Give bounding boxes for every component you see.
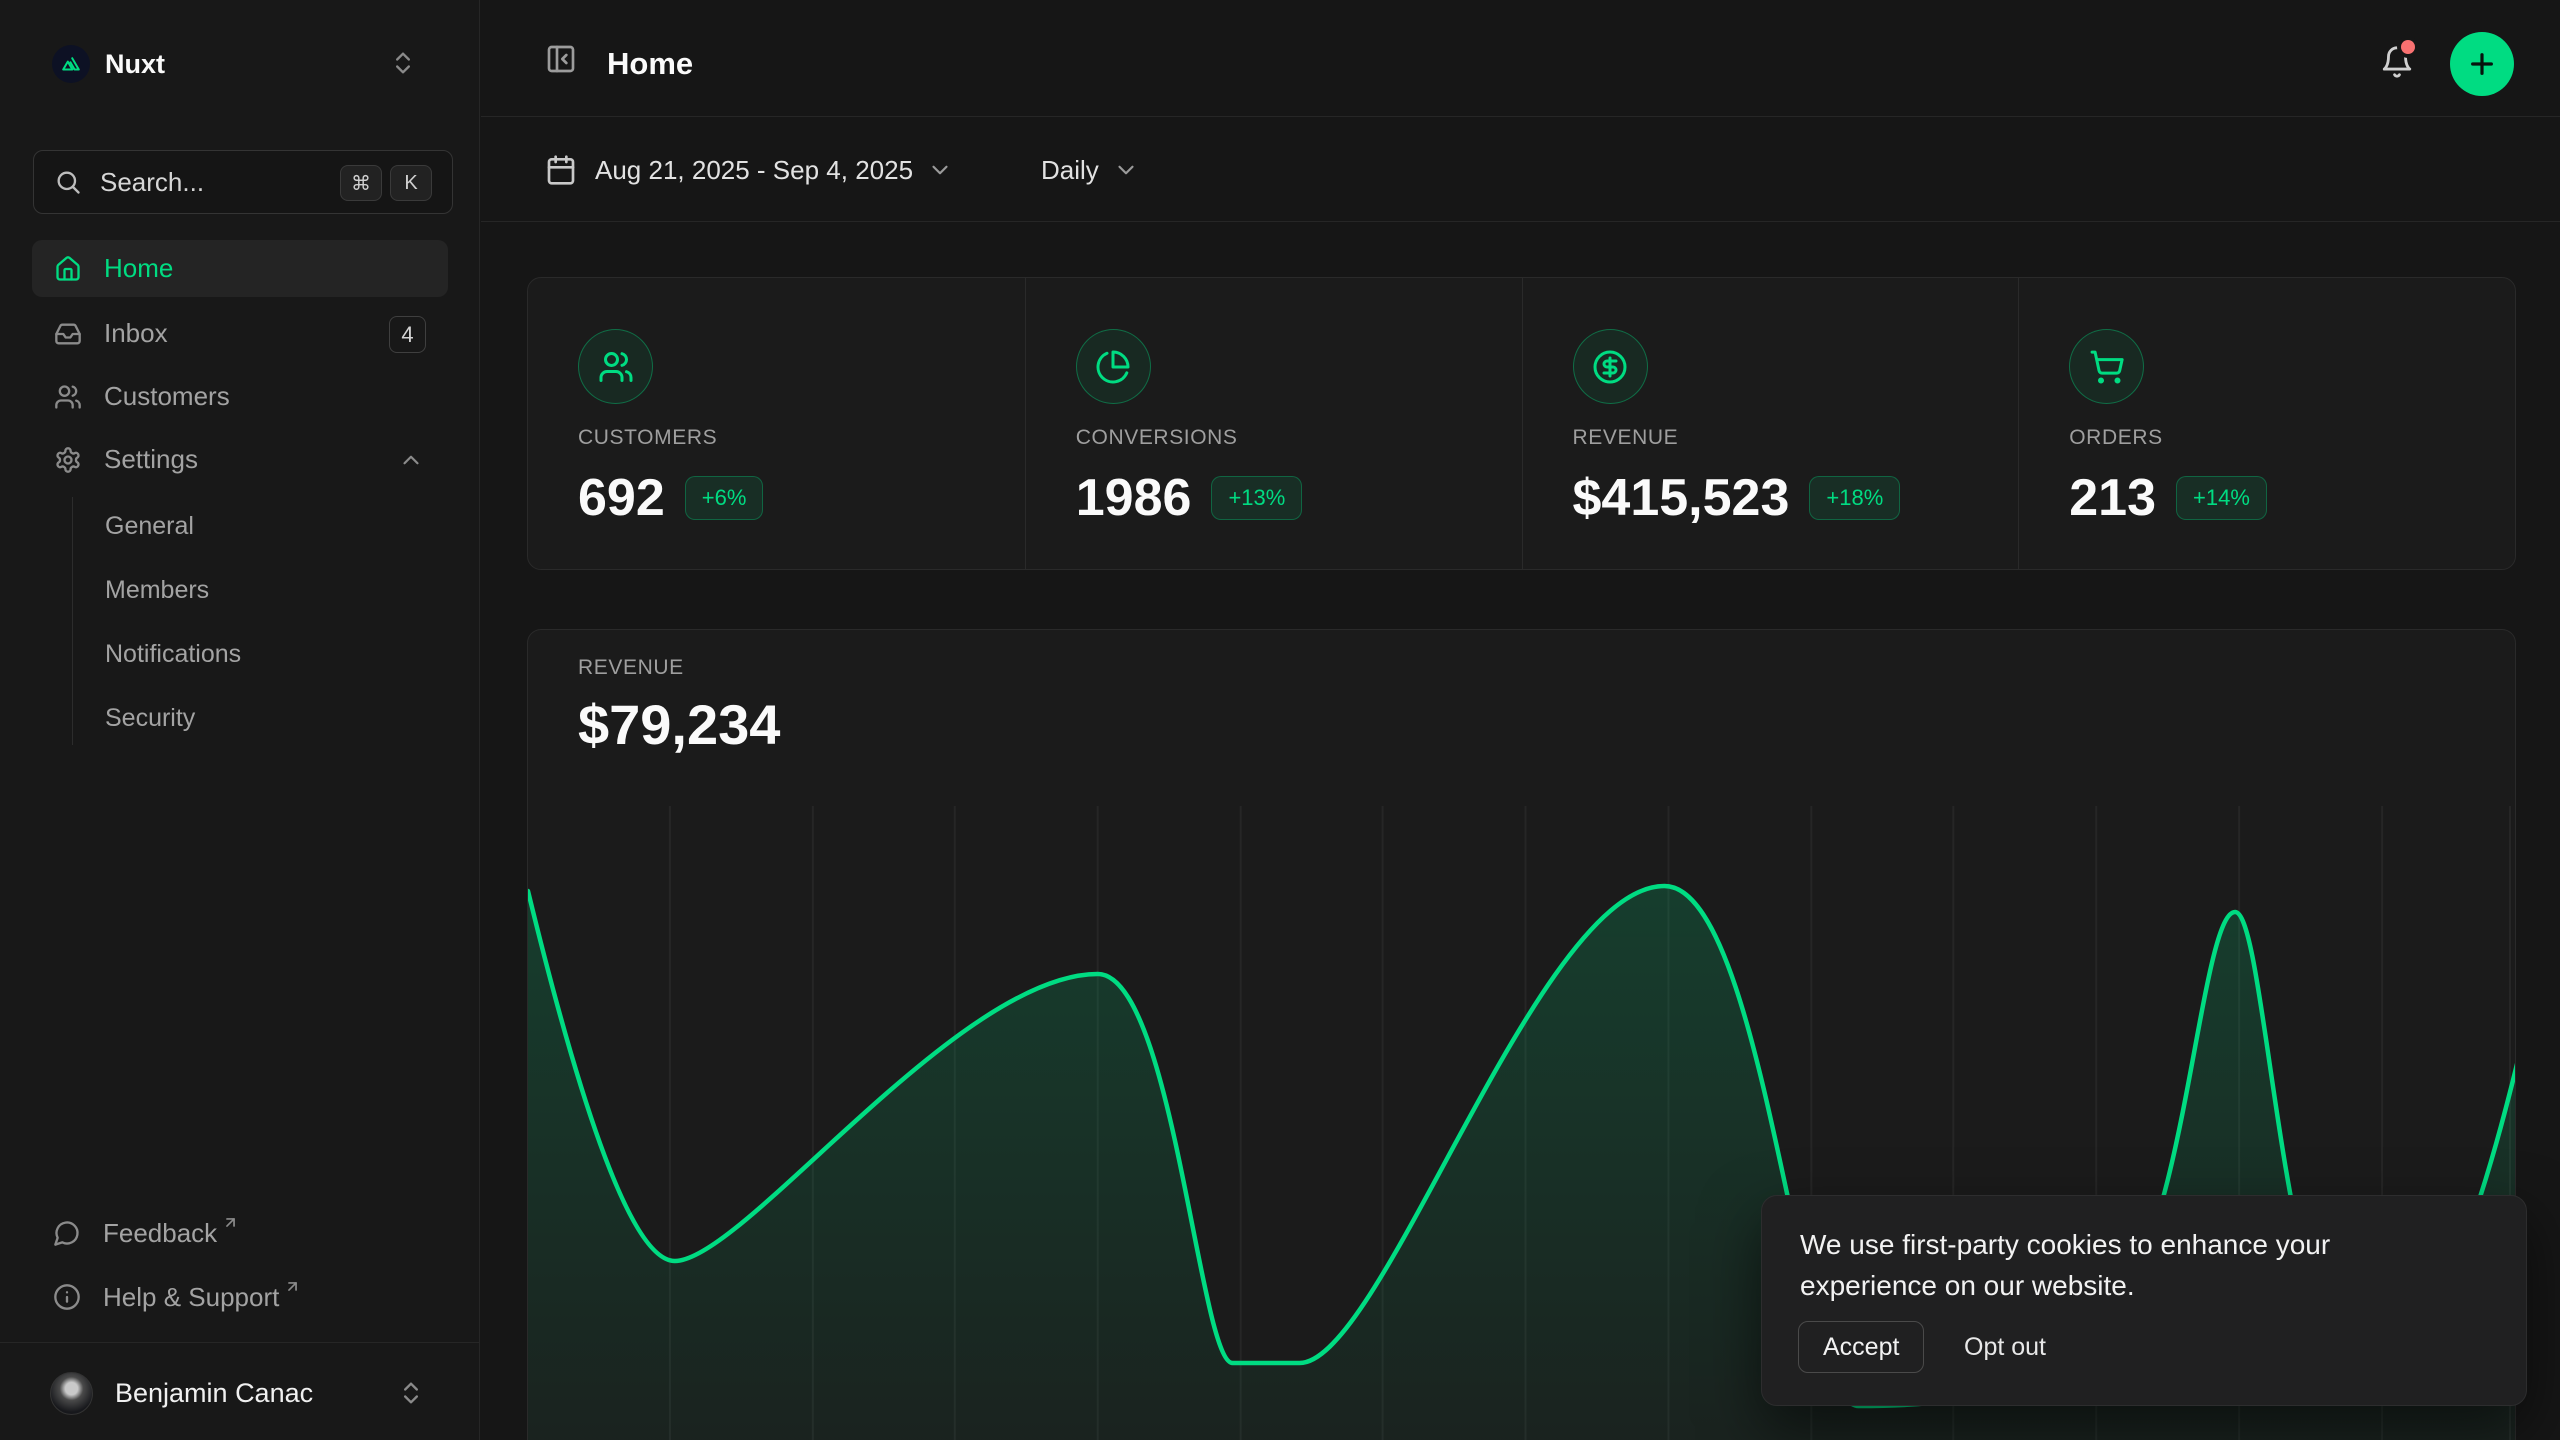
- revenue-card-value: $79,234: [578, 692, 780, 757]
- stat-value: 1986: [1076, 468, 1192, 528]
- sidebar-item-notifications[interactable]: Notifications: [86, 626, 448, 682]
- foot-item-label: Help & Support: [103, 1282, 279, 1313]
- sidebar-item-inbox[interactable]: Inbox 4: [32, 305, 448, 362]
- stat-delta-badge: +13%: [1211, 476, 1302, 520]
- stats-row: CUSTOMERS 692 +6% CONVERSIONS 1986 +13% …: [527, 277, 2516, 570]
- chevron-down-icon: [1113, 157, 1139, 183]
- notification-dot: [2401, 40, 2415, 54]
- panel-left-collapse-icon[interactable]: [545, 43, 577, 75]
- pie-chart-icon: [1076, 329, 1151, 404]
- cookie-banner: We use first-party cookies to enhance yo…: [1761, 1195, 2527, 1406]
- user-name: Benjamin Canac: [115, 1378, 313, 1409]
- settings-subtree-guide: [72, 497, 73, 745]
- chat-bubble-icon: [53, 1219, 81, 1247]
- users-icon: [54, 383, 82, 411]
- home-icon: [54, 255, 82, 283]
- sidebar-item-label: Inbox: [104, 318, 168, 349]
- kbd-k: K: [390, 165, 432, 201]
- cookie-message-line2: experience on our website.: [1800, 1270, 2135, 1301]
- sidebar-item-label: Customers: [104, 381, 230, 412]
- stat-value: 213: [2069, 468, 2156, 528]
- inbox-icon: [54, 320, 82, 348]
- sidebar-item-customers[interactable]: Customers: [32, 368, 448, 425]
- search-input[interactable]: Search... ⌘ K: [33, 150, 453, 214]
- cookie-message: We use first-party cookies to enhance yo…: [1800, 1224, 2460, 1306]
- stat-delta-badge: +6%: [685, 476, 764, 520]
- date-range-value: Aug 21, 2025 - Sep 4, 2025: [595, 155, 913, 186]
- toolbar: Aug 21, 2025 - Sep 4, 2025 Daily: [481, 118, 2560, 222]
- search-placeholder: Search...: [100, 167, 204, 198]
- calendar-icon: [545, 154, 577, 186]
- external-link-icon: [284, 1278, 301, 1295]
- sidebar: Nuxt Search... ⌘ K Home Inbox 4 Customer…: [0, 0, 480, 1440]
- stat-card-revenue[interactable]: REVENUE $415,523 +18%: [1522, 278, 2019, 569]
- sidebar-item-security[interactable]: Security: [86, 690, 448, 746]
- sub-item-label: Members: [105, 576, 209, 605]
- sub-item-label: Notifications: [105, 640, 241, 669]
- sidebar-item-members[interactable]: Members: [86, 562, 448, 618]
- sidebar-item-home[interactable]: Home: [32, 240, 448, 297]
- chevron-up-icon: [398, 447, 424, 473]
- stat-label: CONVERSIONS: [1076, 426, 1238, 450]
- search-icon: [54, 168, 82, 196]
- workspace-name: Nuxt: [105, 49, 165, 80]
- opt-out-button[interactable]: Opt out: [1954, 1321, 2056, 1373]
- stat-value: 692: [578, 468, 665, 528]
- stat-value: $415,523: [1573, 468, 1790, 528]
- stat-card-conversions[interactable]: CONVERSIONS 1986 +13%: [1025, 278, 1522, 569]
- sidebar-item-general[interactable]: General: [86, 498, 448, 554]
- external-link-icon: [222, 1214, 239, 1231]
- accept-button[interactable]: Accept: [1798, 1321, 1924, 1373]
- info-circle-icon: [53, 1283, 81, 1311]
- page-title: Home: [607, 46, 693, 82]
- sub-item-label: Security: [105, 704, 195, 733]
- stat-delta-badge: +14%: [2176, 476, 2267, 520]
- inbox-count-badge: 4: [389, 316, 426, 353]
- nuxt-logo: [52, 45, 90, 83]
- granularity-select[interactable]: Daily: [1041, 144, 1139, 196]
- stat-label: REVENUE: [1573, 426, 1679, 450]
- dollar-circle-icon: [1573, 329, 1648, 404]
- user-menu[interactable]: Benjamin Canac: [33, 1364, 447, 1422]
- sidebar-item-label: Home: [104, 253, 173, 284]
- add-button[interactable]: [2450, 32, 2514, 96]
- shopping-cart-icon: [2069, 329, 2144, 404]
- sidebar-footer-divider: [0, 1342, 480, 1343]
- granularity-value: Daily: [1041, 155, 1099, 186]
- sidebar-item-feedback[interactable]: Feedback: [33, 1204, 447, 1262]
- sub-item-label: General: [105, 512, 194, 541]
- sidebar-item-help-support[interactable]: Help & Support: [33, 1268, 447, 1326]
- chevrons-up-down-icon[interactable]: [389, 49, 417, 77]
- users-icon: [578, 329, 653, 404]
- revenue-card-label: REVENUE: [578, 656, 684, 680]
- chevron-down-icon: [927, 157, 953, 183]
- header: Home: [481, 0, 2560, 117]
- gear-icon: [54, 446, 82, 474]
- cookie-message-line1: We use first-party cookies to enhance yo…: [1800, 1229, 2330, 1260]
- chevrons-up-down-icon: [397, 1379, 425, 1407]
- stat-delta-badge: +18%: [1809, 476, 1900, 520]
- date-range-picker[interactable]: Aug 21, 2025 - Sep 4, 2025: [545, 144, 953, 196]
- foot-item-label: Feedback: [103, 1218, 217, 1249]
- stat-label: CUSTOMERS: [578, 426, 717, 450]
- stat-label: ORDERS: [2069, 426, 2162, 450]
- workspace-selector[interactable]: Nuxt: [33, 40, 447, 88]
- kbd-cmd: ⌘: [340, 165, 382, 201]
- stat-card-customers[interactable]: CUSTOMERS 692 +6%: [528, 278, 1025, 569]
- sidebar-item-settings[interactable]: Settings: [32, 431, 448, 488]
- stat-card-orders[interactable]: ORDERS 213 +14%: [2018, 278, 2515, 569]
- avatar: [50, 1372, 93, 1415]
- sidebar-item-label: Settings: [104, 444, 198, 475]
